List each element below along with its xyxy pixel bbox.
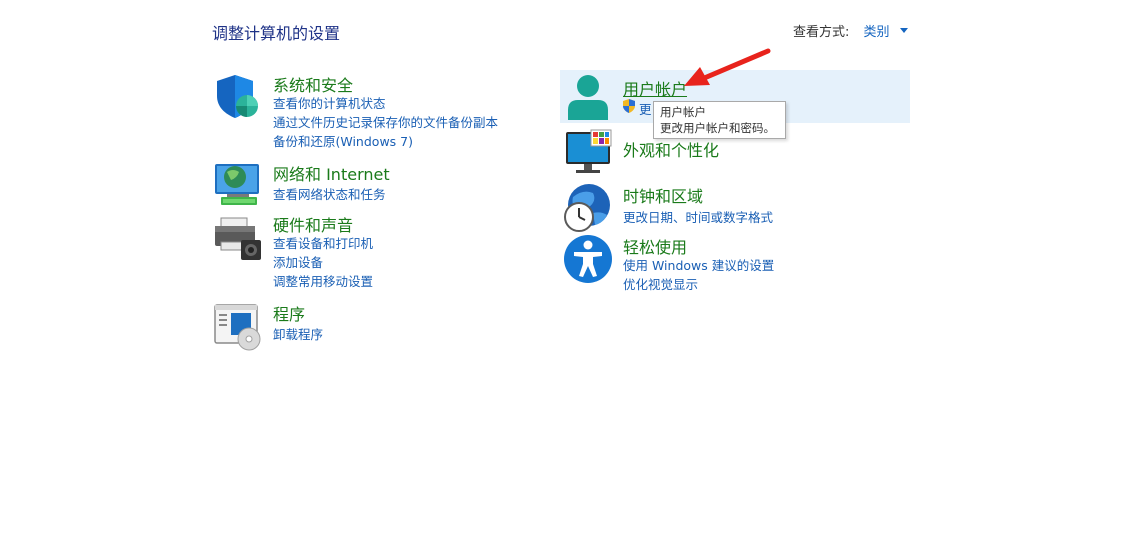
link-uninstall-program[interactable]: 卸载程序 xyxy=(273,324,323,343)
link-view-computer-status[interactable]: 查看你的计算机状态 xyxy=(273,93,386,112)
link-optimize-visual-display[interactable]: 优化视觉显示 xyxy=(623,274,698,293)
tooltip-title: 用户帐户 xyxy=(660,105,706,119)
tooltip-description: 更改用户帐户和密码。 xyxy=(660,121,775,135)
category-title-clock-region[interactable]: 时钟和区域 xyxy=(623,183,703,207)
user-icon[interactable] xyxy=(563,72,613,122)
chevron-down-icon[interactable] xyxy=(899,28,908,33)
link-file-history-backup[interactable]: 通过文件历史记录保存你的文件备份副本 xyxy=(273,112,498,131)
category-title-programs[interactable]: 程序 xyxy=(273,301,305,325)
clock-globe-icon[interactable] xyxy=(563,183,613,233)
view-by: 查看方式: 类别 xyxy=(793,21,908,40)
programs-icon[interactable] xyxy=(213,301,263,351)
link-recommended-settings[interactable]: 使用 Windows 建议的设置 xyxy=(623,255,774,274)
link-add-device[interactable]: 添加设备 xyxy=(273,252,323,271)
tooltip-user-accounts: 用户帐户 更改用户帐户和密码。 xyxy=(653,101,786,139)
link-backup-restore[interactable]: 备份和还原(Windows 7) xyxy=(273,131,413,150)
link-change-date-time-format[interactable]: 更改日期、时间或数字格式 xyxy=(623,207,773,226)
printer-icon[interactable] xyxy=(213,212,263,262)
accessibility-icon[interactable] xyxy=(563,234,613,284)
category-title-user-accounts[interactable]: 用户帐户 xyxy=(623,76,687,100)
shield-icon[interactable] xyxy=(213,72,263,122)
category-title-appearance[interactable]: 外观和个性化 xyxy=(623,137,719,161)
view-by-dropdown[interactable]: 类别 xyxy=(864,25,890,40)
view-by-label: 查看方式: xyxy=(793,25,850,40)
link-view-network-status[interactable]: 查看网络状态和任务 xyxy=(273,184,386,203)
annotation-arrow-icon xyxy=(684,48,771,86)
page-title: 调整计算机的设置 xyxy=(212,24,341,43)
category-title-network-internet[interactable]: 网络和 Internet xyxy=(273,161,390,185)
uac-shield-icon xyxy=(623,99,635,113)
network-globe-icon[interactable] xyxy=(213,160,263,210)
link-mobility-settings[interactable]: 调整常用移动设置 xyxy=(273,271,373,290)
monitor-icon[interactable] xyxy=(563,128,613,178)
link-devices-printers[interactable]: 查看设备和打印机 xyxy=(273,233,373,252)
link-change-account[interactable]: 更 xyxy=(639,99,652,118)
control-panel-window: 调整计算机的设置 查看方式: 类别 系统和安全 查看你的计算机状态 通过文件历史… xyxy=(0,0,1123,546)
